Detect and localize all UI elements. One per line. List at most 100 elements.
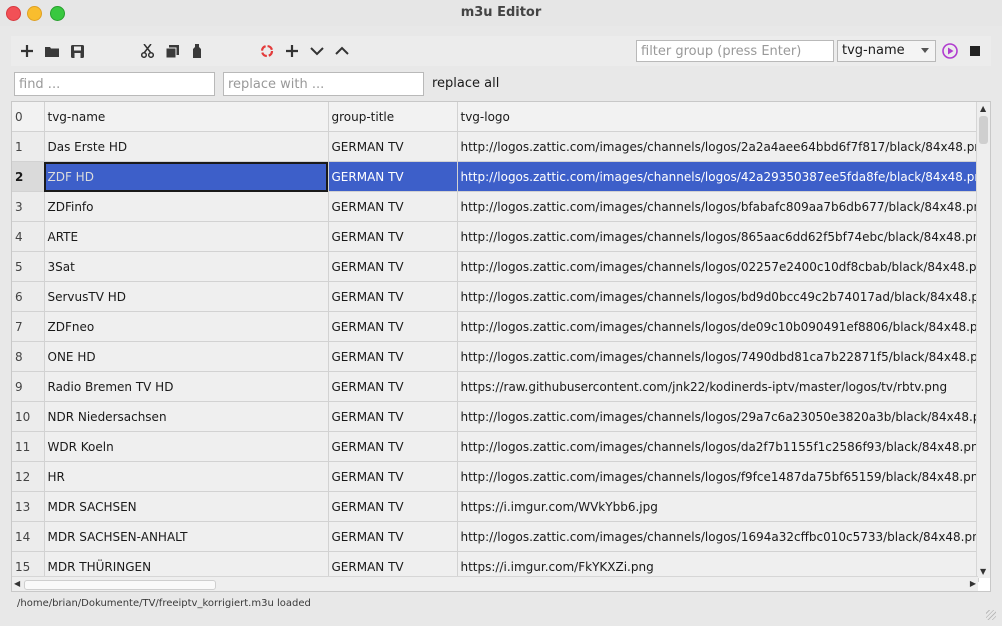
cell-group-title[interactable]: GERMAN TV: [328, 281, 458, 312]
move-down-icon[interactable]: [306, 36, 328, 66]
cell-tvg-name[interactable]: Radio Bremen TV HD: [44, 371, 329, 402]
cell-tvg-logo[interactable]: http://logos.zattic.com/images/channels/…: [457, 281, 979, 312]
replace-input[interactable]: [223, 72, 424, 96]
cell-group-title[interactable]: GERMAN TV: [328, 371, 458, 402]
cell-tvg-logo[interactable]: http://logos.zattic.com/images/channels/…: [457, 221, 979, 252]
scroll-right-icon[interactable]: ▶: [970, 579, 976, 588]
cell-tvg-logo[interactable]: http://logos.zattic.com/images/channels/…: [457, 161, 979, 192]
cell-group-title[interactable]: GERMAN TV: [328, 341, 458, 372]
column-header-group-title[interactable]: group-title: [328, 102, 458, 132]
row-number[interactable]: 3: [12, 191, 45, 222]
find-input[interactable]: [14, 72, 215, 96]
table-row[interactable]: 1 Das Erste HD GERMAN TV http://logos.zatti…: [12, 131, 979, 162]
cell-tvg-logo[interactable]: http://logos.zattic.com/images/channels/…: [457, 341, 979, 372]
cell-tvg-logo[interactable]: https://i.imgur.com/WVkYbb6.jpg: [457, 491, 979, 522]
cell-tvg-name[interactable]: ZDFinfo: [44, 191, 329, 222]
vertical-scrollbar[interactable]: ▲ ▼: [976, 102, 990, 578]
row-number[interactable]: 9: [12, 371, 45, 402]
row-number[interactable]: 12: [12, 461, 45, 492]
cell-tvg-name[interactable]: MDR SACHSEN-ANHALT: [44, 521, 329, 552]
scroll-up-icon[interactable]: ▲: [980, 104, 986, 113]
cell-tvg-logo[interactable]: http://logos.zattic.com/images/channels/…: [457, 131, 979, 162]
cell-group-title[interactable]: GERMAN TV: [328, 431, 458, 462]
row-number[interactable]: 7: [12, 311, 45, 342]
cell-group-title[interactable]: GERMAN TV: [328, 311, 458, 342]
table-row[interactable]: 7 ZDFneo GERMAN TV http://logos.zattic.com/…: [12, 311, 979, 342]
filter-group-input[interactable]: [636, 40, 834, 62]
save-icon[interactable]: [66, 36, 88, 66]
cell-group-title[interactable]: GERMAN TV: [328, 491, 458, 522]
table-row[interactable]: 10 NDR Niedersachsen GERMAN TV http://logos…: [12, 401, 979, 432]
cell-tvg-name[interactable]: MDR SACHSEN: [44, 491, 329, 522]
table-row[interactable]: 5 3Sat GERMAN TV http://logos.zattic.com/im…: [12, 251, 979, 282]
table-row[interactable]: 8 ONE HD GERMAN TV http://logos.zattic.com/…: [12, 341, 979, 372]
column-header-tvg-name[interactable]: tvg-name: [44, 102, 329, 132]
cell-tvg-name[interactable]: ARTE: [44, 221, 329, 252]
row-number[interactable]: 14: [12, 521, 45, 552]
horizontal-scrollbar[interactable]: ◀ ▶: [12, 576, 978, 591]
cell-group-title[interactable]: GERMAN TV: [328, 461, 458, 492]
cell-group-title[interactable]: GERMAN TV: [328, 191, 458, 222]
open-folder-icon[interactable]: [41, 36, 63, 66]
cell-tvg-name[interactable]: ONE HD: [44, 341, 329, 372]
cell-tvg-logo[interactable]: http://logos.zattic.com/images/channels/…: [457, 461, 979, 492]
add-row-icon[interactable]: [281, 36, 303, 66]
cell-tvg-logo[interactable]: http://logos.zattic.com/images/channels/…: [457, 251, 979, 282]
cut-icon[interactable]: [136, 36, 158, 66]
cell-group-title[interactable]: GERMAN TV: [328, 221, 458, 252]
row-number[interactable]: 11: [12, 431, 45, 462]
cell-group-title[interactable]: GERMAN TV: [328, 401, 458, 432]
row-number[interactable]: 10: [12, 401, 45, 432]
horizontal-scroll-thumb[interactable]: [24, 580, 216, 590]
table-row[interactable]: 9 Radio Bremen TV HD GERMAN TV https://raw.…: [12, 371, 979, 402]
cell-tvg-name[interactable]: ZDF HD: [44, 161, 329, 192]
row-number[interactable]: 2: [12, 161, 45, 192]
row-number[interactable]: 13: [12, 491, 45, 522]
row-number[interactable]: 6: [12, 281, 45, 312]
column-select[interactable]: tvg-name: [837, 40, 936, 62]
table-row[interactable]: 13 MDR SACHSEN GERMAN TV https://i.imgur.co…: [12, 491, 979, 522]
replace-all-button[interactable]: replace all: [432, 76, 499, 91]
row-number[interactable]: 1: [12, 131, 45, 162]
resize-grip-icon[interactable]: [986, 610, 996, 620]
paste-icon[interactable]: [186, 36, 208, 66]
play-icon[interactable]: [939, 36, 961, 66]
cell-group-title[interactable]: GERMAN TV: [328, 161, 458, 192]
row-number[interactable]: 8: [12, 341, 45, 372]
table-row[interactable]: 2 ZDF HD GERMAN TV http://logos.zattic.com/…: [12, 161, 979, 192]
cell-tvg-name[interactable]: ServusTV HD: [44, 281, 329, 312]
cell-tvg-logo[interactable]: http://logos.zattic.com/images/channels/…: [457, 431, 979, 462]
stop-icon[interactable]: [964, 36, 986, 66]
scroll-left-icon[interactable]: ◀: [14, 579, 20, 588]
cell-tvg-logo[interactable]: http://logos.zattic.com/images/channels/…: [457, 521, 979, 552]
table-row[interactable]: 14 MDR SACHSEN-ANHALT GERMAN TV http://logo…: [12, 521, 979, 552]
table-row[interactable]: 6 ServusTV HD GERMAN TV http://logos.zattic…: [12, 281, 979, 312]
move-up-icon[interactable]: [331, 36, 353, 66]
cell-tvg-logo[interactable]: https://raw.githubusercontent.com/jnk22/…: [457, 371, 979, 402]
cell-group-title[interactable]: GERMAN TV: [328, 521, 458, 552]
channel-table[interactable]: 0 tvg-name group-title tvg-logo 1 Das Ers…: [11, 101, 991, 592]
column-header-tvg-logo[interactable]: tvg-logo: [457, 102, 979, 132]
vertical-scroll-thumb[interactable]: [979, 116, 988, 144]
row-number[interactable]: 4: [12, 221, 45, 252]
cell-tvg-name[interactable]: 3Sat: [44, 251, 329, 282]
scroll-down-icon[interactable]: ▼: [980, 567, 986, 576]
table-row[interactable]: 11 WDR Koeln GERMAN TV http://logos.zattic.…: [12, 431, 979, 462]
cell-tvg-name[interactable]: Das Erste HD: [44, 131, 329, 162]
cell-tvg-logo[interactable]: http://logos.zattic.com/images/channels/…: [457, 311, 979, 342]
cell-tvg-logo[interactable]: http://logos.zattic.com/images/channels/…: [457, 401, 979, 432]
table-row[interactable]: 3 ZDFinfo GERMAN TV http://logos.zattic.com…: [12, 191, 979, 222]
cell-tvg-name[interactable]: NDR Niedersachsen: [44, 401, 329, 432]
cell-tvg-logo[interactable]: http://logos.zattic.com/images/channels/…: [457, 191, 979, 222]
copy-icon[interactable]: [161, 36, 183, 66]
row-number[interactable]: 5: [12, 251, 45, 282]
cell-group-title[interactable]: GERMAN TV: [328, 131, 458, 162]
cell-tvg-name[interactable]: ZDFneo: [44, 311, 329, 342]
new-file-icon[interactable]: [16, 36, 38, 66]
cell-tvg-name[interactable]: WDR Koeln: [44, 431, 329, 462]
table-row[interactable]: 12 HR GERMAN TV http://logos.zattic.com/ima…: [12, 461, 979, 492]
cell-tvg-name[interactable]: HR: [44, 461, 329, 492]
cell-group-title[interactable]: GERMAN TV: [328, 251, 458, 282]
recycle-icon[interactable]: [256, 36, 278, 66]
table-row[interactable]: 4 ARTE GERMAN TV http://logos.zattic.com/im…: [12, 221, 979, 252]
